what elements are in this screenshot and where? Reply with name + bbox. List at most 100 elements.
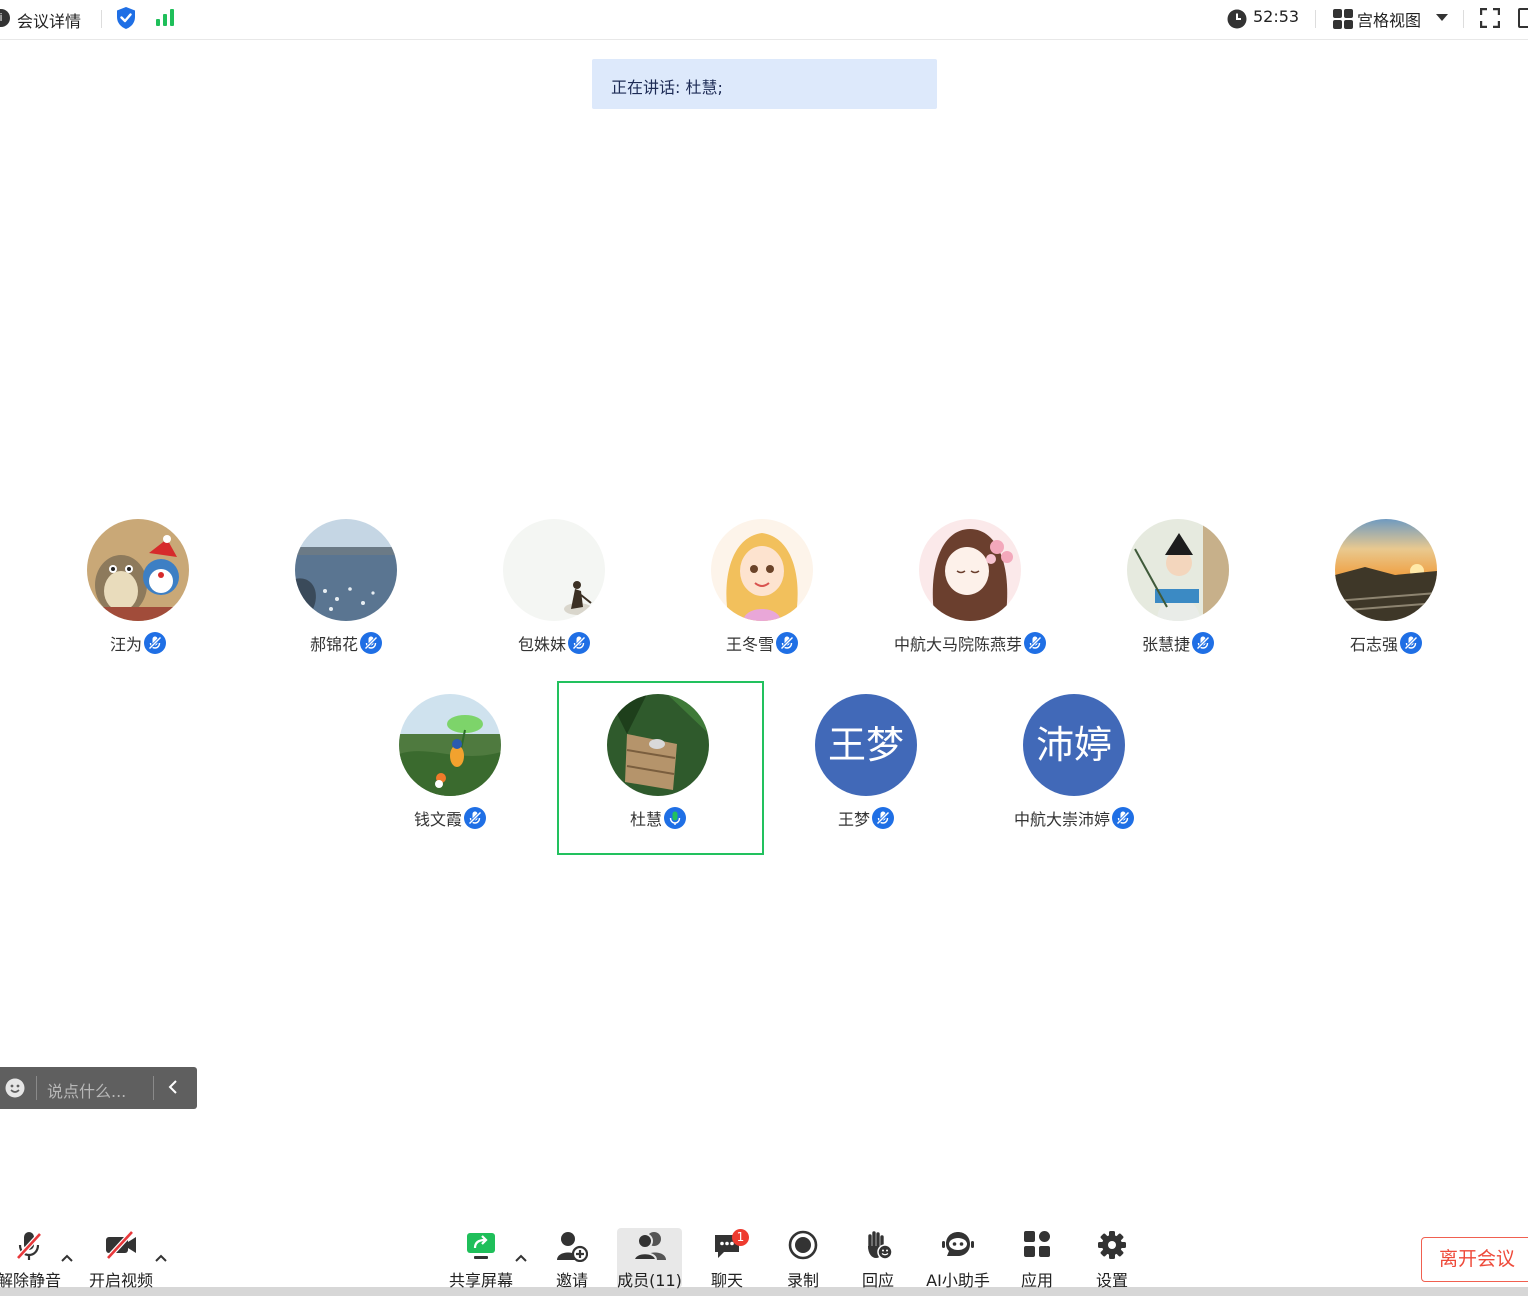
participant-tile[interactable]: 中航大马院陈燕芽 bbox=[866, 519, 1074, 693]
meeting-timer: 52:53 bbox=[1253, 7, 1300, 26]
participant-name: 郝锦花 bbox=[309, 635, 358, 654]
participant-tile[interactable]: 沛婷 中航大崇沛婷 bbox=[970, 694, 1178, 868]
share-screen-icon bbox=[467, 1233, 495, 1259]
participant-name: 杜慧 bbox=[629, 810, 662, 829]
avatar bbox=[87, 519, 189, 621]
grid-view-icon[interactable] bbox=[1333, 9, 1353, 29]
ai-assistant-icon bbox=[942, 1232, 974, 1256]
apps-button[interactable]: 应用 bbox=[1014, 1230, 1060, 1290]
meeting-info-link[interactable]: 会议详情 bbox=[17, 8, 81, 32]
ai-assistant-button[interactable]: AI小助手 bbox=[922, 1230, 994, 1290]
start-video-label: 开启视频 bbox=[88, 1271, 153, 1290]
participant-name: 石志强 bbox=[1349, 635, 1398, 654]
participant-tile[interactable]: 包姝妹 bbox=[450, 519, 658, 693]
avatar bbox=[919, 519, 1021, 621]
window-icon[interactable] bbox=[1518, 8, 1528, 28]
camera-off-icon bbox=[106, 1230, 136, 1260]
avatar bbox=[607, 694, 709, 796]
chat-button[interactable]: 1 聊天 bbox=[704, 1229, 750, 1290]
chevron-up-icon[interactable] bbox=[515, 1254, 527, 1262]
participant-tile[interactable]: 张慧捷 bbox=[1074, 519, 1282, 693]
chevron-up-icon[interactable] bbox=[155, 1254, 167, 1262]
participant-name: 钱文霞 bbox=[413, 810, 462, 829]
speaking-banner: 正在讲话: 杜慧; bbox=[592, 59, 937, 109]
quick-chat-bar[interactable]: 说点什么... bbox=[0, 1067, 197, 1109]
react-button[interactable]: 回应 bbox=[855, 1230, 901, 1290]
info-icon[interactable]: i bbox=[0, 9, 10, 27]
record-label: 录制 bbox=[786, 1271, 819, 1290]
view-mode-dropdown[interactable]: 宫格视图 bbox=[1357, 7, 1421, 31]
participant-tile[interactable]: 王冬雪 bbox=[658, 519, 866, 693]
add-user-icon bbox=[557, 1232, 588, 1262]
mic-muted-icon bbox=[360, 632, 382, 654]
settings-button[interactable]: 设置 bbox=[1089, 1230, 1135, 1290]
mic-muted-icon bbox=[1400, 632, 1422, 654]
divider bbox=[1315, 10, 1316, 28]
avatar bbox=[399, 694, 501, 796]
avatar bbox=[1127, 519, 1229, 621]
members-button[interactable]: 成员(11) bbox=[617, 1228, 682, 1290]
mic-muted-icon bbox=[1112, 807, 1134, 829]
avatar bbox=[295, 519, 397, 621]
avatar-text: 王梦 bbox=[815, 694, 917, 796]
shield-icon[interactable] bbox=[116, 6, 136, 30]
apps-label: 应用 bbox=[1020, 1271, 1053, 1290]
participant-tile[interactable]: 钱文霞 bbox=[346, 694, 554, 868]
participant-tile-active[interactable]: 杜慧 bbox=[554, 694, 762, 868]
unmute-button[interactable]: 解除静音 bbox=[0, 1230, 62, 1290]
signal-icon[interactable] bbox=[155, 9, 175, 27]
leave-meeting-button[interactable]: 离开会议 bbox=[1421, 1237, 1528, 1282]
avatar: 王梦 bbox=[815, 694, 917, 796]
speaking-text: 正在讲话: 杜慧; bbox=[611, 78, 723, 97]
chat-input[interactable]: 说点什么... bbox=[47, 1078, 126, 1102]
chevron-up-icon[interactable] bbox=[61, 1254, 73, 1262]
gear-icon bbox=[1098, 1231, 1126, 1259]
emoji-icon[interactable] bbox=[5, 1078, 25, 1098]
participant-tile[interactable]: 石志强 bbox=[1282, 519, 1490, 693]
divider bbox=[153, 1076, 154, 1100]
mic-muted-icon bbox=[776, 632, 798, 654]
avatar: 沛婷 bbox=[1023, 694, 1125, 796]
invite-button[interactable]: 邀请 bbox=[548, 1230, 596, 1290]
react-label: 回应 bbox=[861, 1271, 894, 1290]
record-icon bbox=[788, 1230, 818, 1260]
raise-hand-icon bbox=[868, 1231, 893, 1260]
mic-muted-icon bbox=[1192, 632, 1214, 654]
unmute-label: 解除静音 bbox=[0, 1271, 61, 1290]
mic-muted-icon bbox=[568, 632, 590, 654]
divider bbox=[36, 1076, 37, 1100]
avatar-text: 沛婷 bbox=[1023, 694, 1125, 796]
meeting-window: i 会议详情 52:53 宫格视图 正在讲话: 杜慧; 汪为 郝锦花 包姝妹 王… bbox=[0, 0, 1528, 1296]
share-screen-button[interactable]: 共享屏幕 bbox=[446, 1230, 516, 1290]
participant-name: 王冬雪 bbox=[725, 635, 774, 654]
members-icon bbox=[632, 1232, 666, 1261]
top-bar: i 会议详情 52:53 宫格视图 bbox=[0, 0, 1528, 40]
chevron-left-icon[interactable] bbox=[168, 1079, 178, 1095]
mic-muted-icon bbox=[1024, 632, 1046, 654]
toolbar-edge bbox=[0, 1287, 1528, 1296]
divider bbox=[1463, 10, 1464, 28]
share-screen-label: 共享屏幕 bbox=[448, 1271, 513, 1290]
record-button[interactable]: 录制 bbox=[780, 1230, 826, 1290]
chevron-down-icon[interactable] bbox=[1436, 14, 1448, 21]
avatar bbox=[1335, 519, 1437, 621]
chat-label: 聊天 bbox=[710, 1271, 743, 1290]
clock-icon bbox=[1227, 9, 1247, 29]
avatar bbox=[711, 519, 813, 621]
invite-label: 邀请 bbox=[555, 1271, 588, 1290]
fullscreen-icon[interactable] bbox=[1480, 8, 1500, 28]
participant-name: 包姝妹 bbox=[517, 635, 566, 654]
participant-tile[interactable]: 郝锦花 bbox=[242, 519, 450, 693]
participant-name: 汪为 bbox=[109, 635, 142, 654]
apps-icon bbox=[1024, 1231, 1050, 1257]
divider bbox=[101, 10, 102, 28]
start-video-button[interactable]: 开启视频 bbox=[86, 1230, 156, 1290]
participant-name: 张慧捷 bbox=[1141, 635, 1190, 654]
bottom-toolbar: 解除静音 开启视频 共享屏幕 邀请 成员(11) 1 聊天 录制 回应 AI小助… bbox=[0, 1224, 1528, 1296]
participant-tile[interactable]: 汪为 bbox=[34, 519, 242, 693]
mic-on-icon bbox=[664, 807, 686, 829]
chat-unread-badge: 1 bbox=[732, 1229, 749, 1246]
participant-name: 王梦 bbox=[837, 810, 870, 829]
participant-tile[interactable]: 王梦 王梦 bbox=[762, 694, 970, 868]
members-label: 成员(11) bbox=[617, 1271, 682, 1290]
